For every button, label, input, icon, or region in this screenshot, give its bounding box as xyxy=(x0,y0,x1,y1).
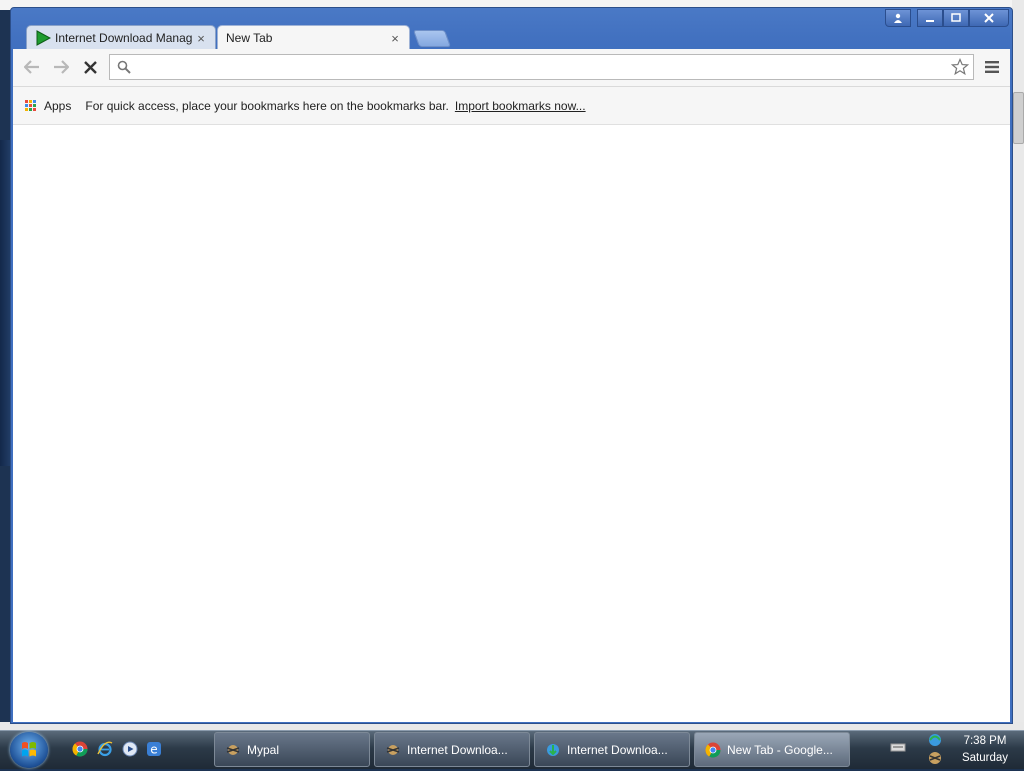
star-icon[interactable] xyxy=(951,58,969,76)
chrome-icon[interactable] xyxy=(72,741,88,757)
taskbar: e Mypal Internet Downloa... Internet Dow… xyxy=(0,730,1024,769)
mypal-icon xyxy=(226,744,240,755)
browser-menu-button[interactable] xyxy=(981,57,1003,77)
menu-icon xyxy=(985,61,999,73)
taskbar-item-new-tab-google[interactable]: New Tab - Google... xyxy=(694,732,850,767)
browser-window: Internet Download Manag × New Tab × Apps… xyxy=(10,7,1013,724)
forward-button[interactable] xyxy=(50,57,72,77)
browser-shortcut-icon[interactable]: e xyxy=(146,741,162,757)
svg-text:e: e xyxy=(150,743,157,757)
tab-close-icon[interactable]: × xyxy=(389,31,401,46)
close-icon xyxy=(984,13,994,23)
background-window-scrollbar[interactable] xyxy=(1013,92,1024,144)
internet-download-manager-icon xyxy=(386,744,400,755)
address-bar[interactable] xyxy=(109,54,974,80)
tab-title: Internet Download Manag xyxy=(55,31,193,45)
clock-time: 7:38 PM xyxy=(963,735,1007,747)
minimize-icon xyxy=(926,20,934,22)
maximize-button[interactable] xyxy=(943,9,969,27)
import-bookmarks-link[interactable]: Import bookmarks now... xyxy=(455,99,586,113)
bookmarks-bar: Apps For quick access, place your bookma… xyxy=(13,87,1010,125)
system-clock[interactable]: 7:38 PM Saturday xyxy=(952,733,1018,767)
taskbar-item-label: New Tab - Google... xyxy=(727,742,833,757)
internet-explorer-icon[interactable] xyxy=(97,741,113,757)
taskbar-item-label: Mypal xyxy=(247,742,280,757)
window-close-button[interactable] xyxy=(969,9,1009,27)
tab-title: New Tab xyxy=(226,31,273,45)
media-player-icon[interactable] xyxy=(122,741,138,757)
apps-label: Apps xyxy=(44,98,72,113)
forward-icon xyxy=(54,60,69,74)
start-button[interactable] xyxy=(10,732,48,768)
taskbar-item-internet-download-1[interactable]: Internet Downloa... xyxy=(374,732,530,767)
minimize-button[interactable] xyxy=(917,9,943,27)
search-icon xyxy=(117,60,131,74)
address-input[interactable] xyxy=(131,57,951,77)
chrome-icon xyxy=(705,742,721,758)
bookmarks-hint: For quick access, place your bookmarks h… xyxy=(85,98,449,113)
stop-button[interactable] xyxy=(79,57,101,77)
apps-shortcut[interactable]: Apps xyxy=(25,99,71,113)
windows-logo-icon xyxy=(22,742,36,757)
user-profile-button[interactable] xyxy=(885,9,911,27)
tab-internet-download-manager[interactable]: Internet Download Manag × xyxy=(26,25,216,50)
taskbar-item-mypal[interactable]: Mypal xyxy=(214,732,370,767)
taskbar-item-internet-download-2[interactable]: Internet Downloa... xyxy=(534,732,690,767)
back-icon xyxy=(24,60,39,74)
taskbar-item-label: Internet Downloa... xyxy=(567,742,668,757)
tab-close-icon[interactable]: × xyxy=(195,31,207,46)
clock-day: Saturday xyxy=(961,752,1009,764)
page-content xyxy=(13,125,1010,722)
download-status-icon[interactable] xyxy=(926,749,944,767)
keyboard-icon[interactable] xyxy=(888,737,908,757)
browser-toolbar xyxy=(13,49,1010,87)
globe-download-icon xyxy=(547,743,559,756)
stop-icon xyxy=(83,60,97,74)
maximize-icon xyxy=(951,13,961,22)
taskbar-item-label: Internet Downloa... xyxy=(407,742,508,757)
user-icon xyxy=(894,13,902,23)
back-button[interactable] xyxy=(21,57,43,77)
apps-grid-icon xyxy=(25,99,37,112)
network-icon[interactable] xyxy=(926,731,944,749)
tab-new-tab[interactable]: New Tab × xyxy=(217,25,410,50)
play-icon xyxy=(36,30,51,46)
new-tab-button[interactable] xyxy=(412,30,452,47)
